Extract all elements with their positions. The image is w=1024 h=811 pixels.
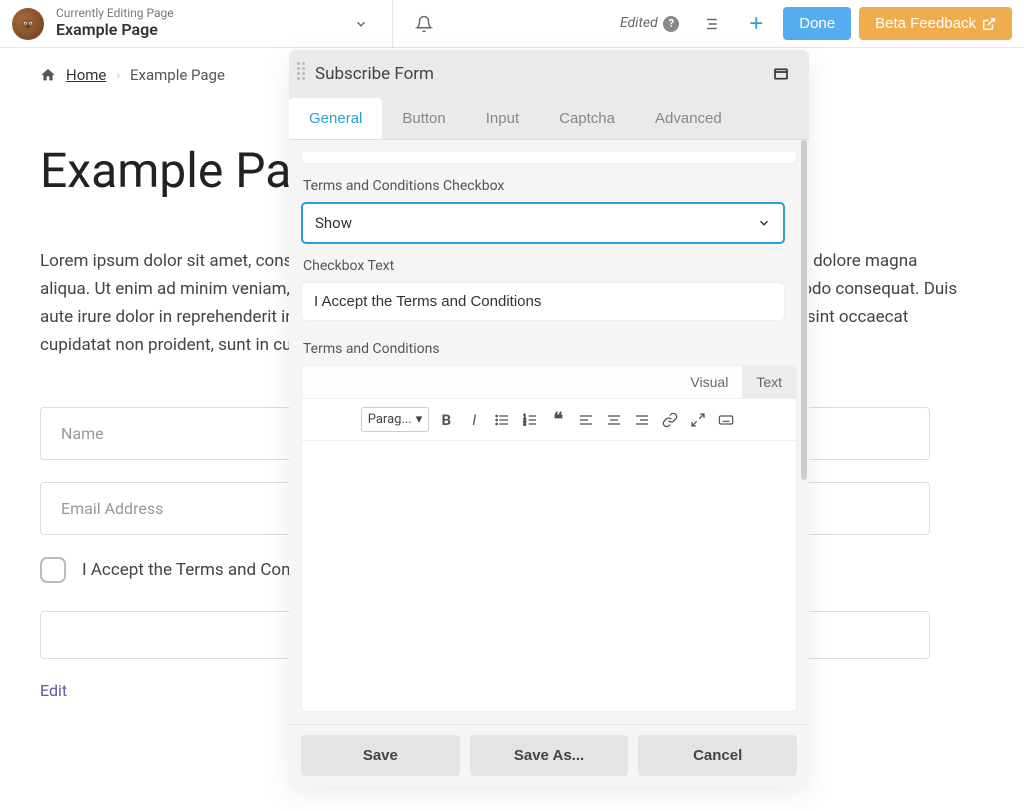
terms-checkbox-field-label: Terms and Conditions Checkbox [303,178,795,194]
align-center-button[interactable] [603,409,625,431]
tab-captcha[interactable]: Captcha [539,98,635,139]
keyboard-icon [717,412,735,428]
editor-toolbar: Parag... ▾ B I 123 ❝ [302,399,796,441]
app-logo [12,8,44,40]
cancel-button[interactable]: Cancel [638,735,797,776]
done-button[interactable]: Done [783,7,851,40]
breadcrumb-current: Example Page [130,66,225,84]
align-left-button[interactable] [575,409,597,431]
terms-checkbox-select[interactable]: Show [301,202,785,244]
align-right-icon [634,412,650,428]
dropdown-caret-icon: ▾ [416,412,423,427]
editing-label: Currently Editing Page [56,7,174,21]
checkbox-text-field-label: Checkbox Text [303,258,795,274]
save-as-button[interactable]: Save As... [470,735,629,776]
outline-button[interactable] [691,5,729,43]
home-icon [40,67,56,83]
chevron-down-icon [354,17,368,31]
page-dropdown-button[interactable] [342,5,380,43]
rich-text-editor: Visual Text Parag... ▾ B I 123 ❝ [301,365,797,712]
help-icon: ? [663,16,679,32]
tab-general[interactable]: General [289,98,382,139]
svg-text:3: 3 [524,421,527,427]
window-icon [773,66,789,82]
settings-panel: Subscribe Form General Button Input Capt… [289,50,809,786]
tab-input[interactable]: Input [466,98,539,139]
bullet-list-button[interactable] [491,409,513,431]
expand-panel-button[interactable] [767,60,795,88]
bullet-list-icon [494,412,510,428]
plus-icon: + [749,10,763,38]
checkbox-text-input[interactable] [301,282,785,321]
drag-handle-icon[interactable] [297,62,307,86]
top-bar: Currently Editing Page Example Page Edit… [0,0,1024,48]
beta-feedback-button[interactable]: Beta Feedback [859,7,1012,40]
outline-icon [701,15,719,33]
panel-scrollbar[interactable] [801,140,807,480]
italic-button[interactable]: I [463,409,485,431]
tab-advanced[interactable]: Advanced [635,98,742,139]
select-value: Show [315,214,352,232]
link-button[interactable] [659,409,681,431]
page-title: Example Page [56,21,174,39]
breadcrumb-home[interactable]: Home [66,66,106,84]
section-end-cap [301,152,797,164]
editor-mode-tabs: Visual Text [302,366,796,399]
align-center-icon [606,412,622,428]
edited-status[interactable]: Edited ? [620,15,679,32]
tab-button[interactable]: Button [382,98,465,139]
add-module-button[interactable]: + [737,5,775,43]
numbered-list-button[interactable]: 123 [519,409,541,431]
expand-icon [690,412,706,428]
chevron-down-icon [757,216,771,230]
format-select[interactable]: Parag... ▾ [361,407,430,432]
panel-title: Subscribe Form [315,64,767,84]
toolbar-toggle-button[interactable] [715,409,737,431]
page-title-block[interactable]: Currently Editing Page Example Page [56,7,174,39]
panel-footer: Save Save As... Cancel [289,724,809,786]
terms-checkbox[interactable] [40,557,66,583]
panel-header[interactable]: Subscribe Form [289,50,809,98]
editor-content-area[interactable] [302,441,796,711]
bold-button[interactable]: B [435,409,457,431]
chevron-right-icon: › [116,68,120,82]
numbered-list-icon: 123 [522,412,538,428]
panel-tabs: General Button Input Captcha Advanced [289,98,809,140]
divider [392,0,393,48]
terms-and-conditions-label: Terms and Conditions [303,341,795,357]
blockquote-button[interactable]: ❝ [547,409,569,431]
align-left-icon [578,412,594,428]
bell-icon [415,15,433,33]
fullscreen-button[interactable] [687,409,709,431]
editor-visual-tab[interactable]: Visual [676,366,742,398]
editor-text-tab[interactable]: Text [742,366,796,398]
external-link-icon [982,17,996,31]
panel-body: Terms and Conditions Checkbox Show Check… [289,140,809,724]
notifications-button[interactable] [405,5,443,43]
align-right-button[interactable] [631,409,653,431]
save-button[interactable]: Save [301,735,460,776]
link-icon [662,412,678,428]
